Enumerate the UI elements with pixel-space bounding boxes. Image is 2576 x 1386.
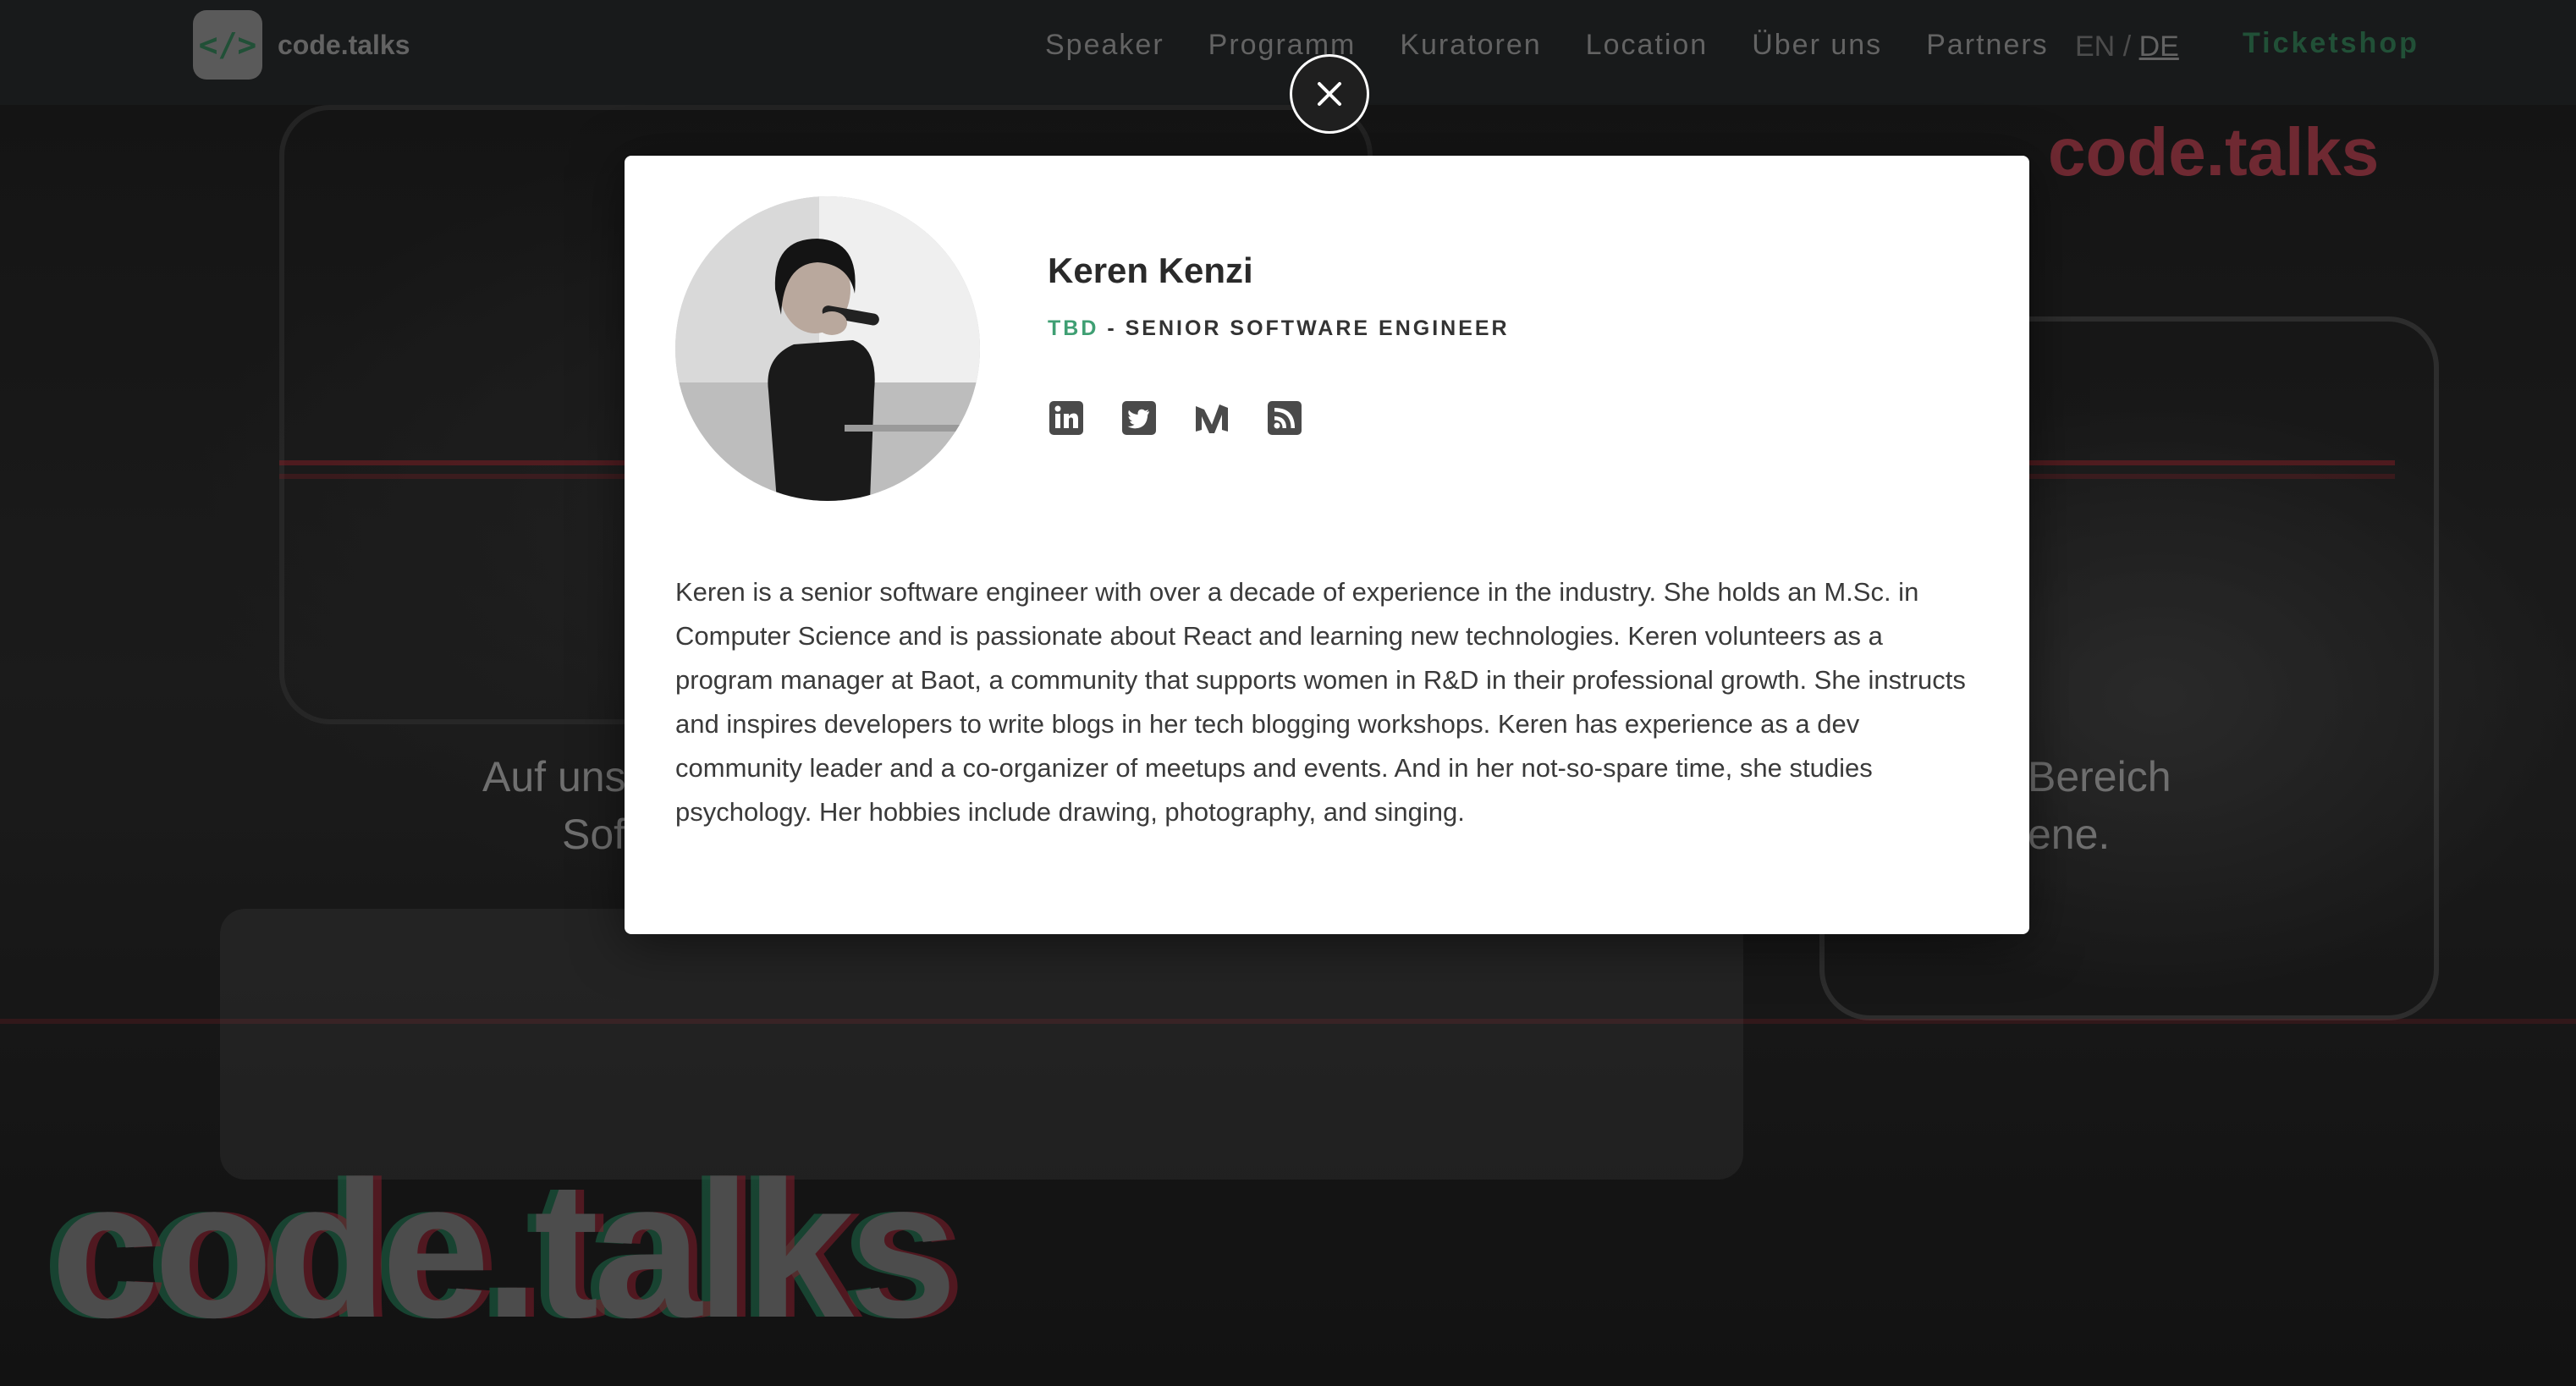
speaker-photo xyxy=(675,196,980,501)
speaker-avatar xyxy=(675,196,980,501)
close-button[interactable] xyxy=(1290,54,1369,134)
speaker-name: Keren Kenzi xyxy=(1048,250,1253,290)
close-icon xyxy=(1318,82,1341,106)
speaker-role-line: TBD - SENIOR SOFTWARE ENGINEER xyxy=(1048,316,1510,341)
rss-icon[interactable] xyxy=(1266,399,1303,437)
twitter-icon[interactable] xyxy=(1120,399,1158,437)
role-separator: - xyxy=(1098,316,1126,340)
speaker-modal: Keren Kenzi TBD - SENIOR SOFTWARE ENGINE… xyxy=(625,156,2029,934)
talk-title[interactable]: TBD xyxy=(1048,316,1098,340)
speaker-bio: Keren is a senior software engineer with… xyxy=(675,577,1966,827)
linkedin-icon[interactable] xyxy=(1048,399,1085,437)
social-links xyxy=(1048,399,1339,437)
medium-icon[interactable] xyxy=(1193,399,1230,437)
speaker-job-title: SENIOR SOFTWARE ENGINEER xyxy=(1125,316,1510,340)
